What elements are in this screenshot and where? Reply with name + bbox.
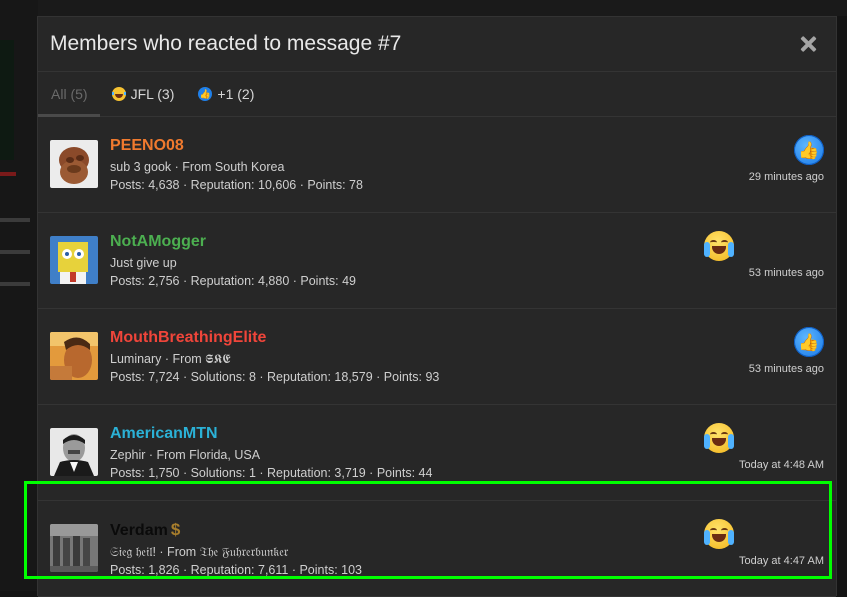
tab-label: All (5) <box>51 86 88 102</box>
member-stats: Posts: 4,638 · Reputation: 10,606 · Poin… <box>110 178 363 192</box>
reaction-time: 53 minutes ago <box>748 267 824 279</box>
background-header <box>0 0 847 16</box>
close-icon[interactable] <box>798 33 820 55</box>
reaction-meta: 👍 53 minutes ago <box>704 327 824 387</box>
member-stats: Posts: 1,826 · Reputation: 7,611 · Point… <box>110 563 363 577</box>
crying-laughing-icon <box>704 423 734 453</box>
reaction-meta: Today at 4:47 AM <box>704 519 824 579</box>
member-info: PEENO08 sub 3 gook · From South Korea Po… <box>110 137 363 194</box>
member-info: AmericanMTN Zephir · From Florida, USA P… <box>110 425 432 482</box>
crying-laughing-icon <box>704 231 734 261</box>
background-text <box>0 282 30 286</box>
list-item: AmericanMTN Zephir · From Florida, USA P… <box>38 405 836 501</box>
list-item: Verdam $ 𝔖𝔦𝔢𝔤 𝔥𝔢𝔦𝔩! · From 𝔗𝔥𝔢 𝔉𝔲𝔥𝔯𝔢𝔯𝔟𝔲𝔫𝔨… <box>38 501 836 597</box>
thumbs-up-icon: 👍 <box>198 87 213 101</box>
username-text: Verdam <box>110 522 168 539</box>
member-info: Verdam $ 𝔖𝔦𝔢𝔤 𝔥𝔢𝔦𝔩! · From 𝔗𝔥𝔢 𝔉𝔲𝔥𝔯𝔢𝔯𝔟𝔲𝔫𝔨… <box>110 521 362 579</box>
tab-jfl[interactable]: JFL (3) <box>111 72 175 116</box>
avatar[interactable] <box>50 332 98 380</box>
member-title: Luminary · From 𝕾𝕶𝕰 <box>110 352 231 366</box>
avatar[interactable] <box>50 236 98 284</box>
username-link[interactable]: AmericanMTN <box>110 425 432 443</box>
member-title: Zephir · From Florida, USA <box>110 448 261 462</box>
member-info: NotAMogger Just give up Posts: 2,756 · R… <box>110 233 356 290</box>
username-link[interactable]: MouthBreathingElite <box>110 329 439 347</box>
member-stats: Posts: 2,756 · Reputation: 4,880 · Point… <box>110 274 356 288</box>
list-item: PEENO08 sub 3 gook · From South Korea Po… <box>38 117 836 213</box>
reaction-time: Today at 4:48 AM <box>739 459 824 471</box>
modal-title: Members who reacted to message #7 <box>50 32 402 55</box>
member-title: sub 3 gook · From South Korea <box>110 160 285 174</box>
tab-label: JFL (3) <box>130 86 175 102</box>
username-link[interactable]: PEENO08 <box>110 137 363 155</box>
reaction-meta: 53 minutes ago <box>704 231 824 291</box>
reaction-time: Today at 4:47 AM <box>739 555 824 567</box>
background-text <box>0 218 30 222</box>
list-item: NotAMogger Just give up Posts: 2,756 · R… <box>38 213 836 309</box>
reaction-meta: 👍 29 minutes ago <box>704 135 824 195</box>
background-text <box>0 250 30 254</box>
member-stats: Posts: 7,724 · Solutions: 8 · Reputation… <box>110 370 440 384</box>
reactions-modal: Members who reacted to message #7 All (5… <box>37 16 837 597</box>
avatar[interactable] <box>50 140 98 188</box>
username-link[interactable]: Verdam $ <box>110 521 362 540</box>
member-stats: Posts: 1,750 · Solutions: 1 · Reputation… <box>110 466 433 480</box>
member-title: Just give up <box>110 256 177 270</box>
badge: $ <box>170 520 181 539</box>
background-image <box>0 40 14 160</box>
crying-laughing-icon <box>704 519 734 549</box>
tab-all[interactable]: All (5) <box>38 72 99 117</box>
member-title: 𝔖𝔦𝔢𝔤 𝔥𝔢𝔦𝔩! · From 𝔗𝔥𝔢 𝔉𝔲𝔥𝔯𝔢𝔯𝔟𝔲𝔫𝔨𝔢𝔯 <box>110 545 289 559</box>
tab-plus-one[interactable]: 👍 +1 (2) <box>198 72 254 116</box>
thumbs-up-icon: 👍 <box>794 327 824 357</box>
modal-header: Members who reacted to message #7 <box>38 17 836 72</box>
background-accent <box>0 172 16 176</box>
username-link[interactable]: NotAMogger <box>110 233 356 251</box>
crying-laughing-icon <box>111 87 126 101</box>
member-list: PEENO08 sub 3 gook · From South Korea Po… <box>38 117 836 597</box>
member-info: MouthBreathingElite Luminary · From 𝕾𝕶𝕰 … <box>110 329 439 386</box>
thumbs-up-icon: 👍 <box>794 135 824 165</box>
reaction-tabs: All (5) JFL (3) 👍 +1 (2) <box>38 72 836 117</box>
reaction-time: 53 minutes ago <box>748 363 824 375</box>
avatar[interactable] <box>50 428 98 476</box>
reaction-time: 29 minutes ago <box>748 171 824 183</box>
avatar[interactable] <box>50 524 98 572</box>
reaction-meta: Today at 4:48 AM <box>704 423 824 483</box>
list-item: MouthBreathingElite Luminary · From 𝕾𝕶𝕰 … <box>38 309 836 405</box>
tab-label: +1 (2) <box>217 86 255 102</box>
